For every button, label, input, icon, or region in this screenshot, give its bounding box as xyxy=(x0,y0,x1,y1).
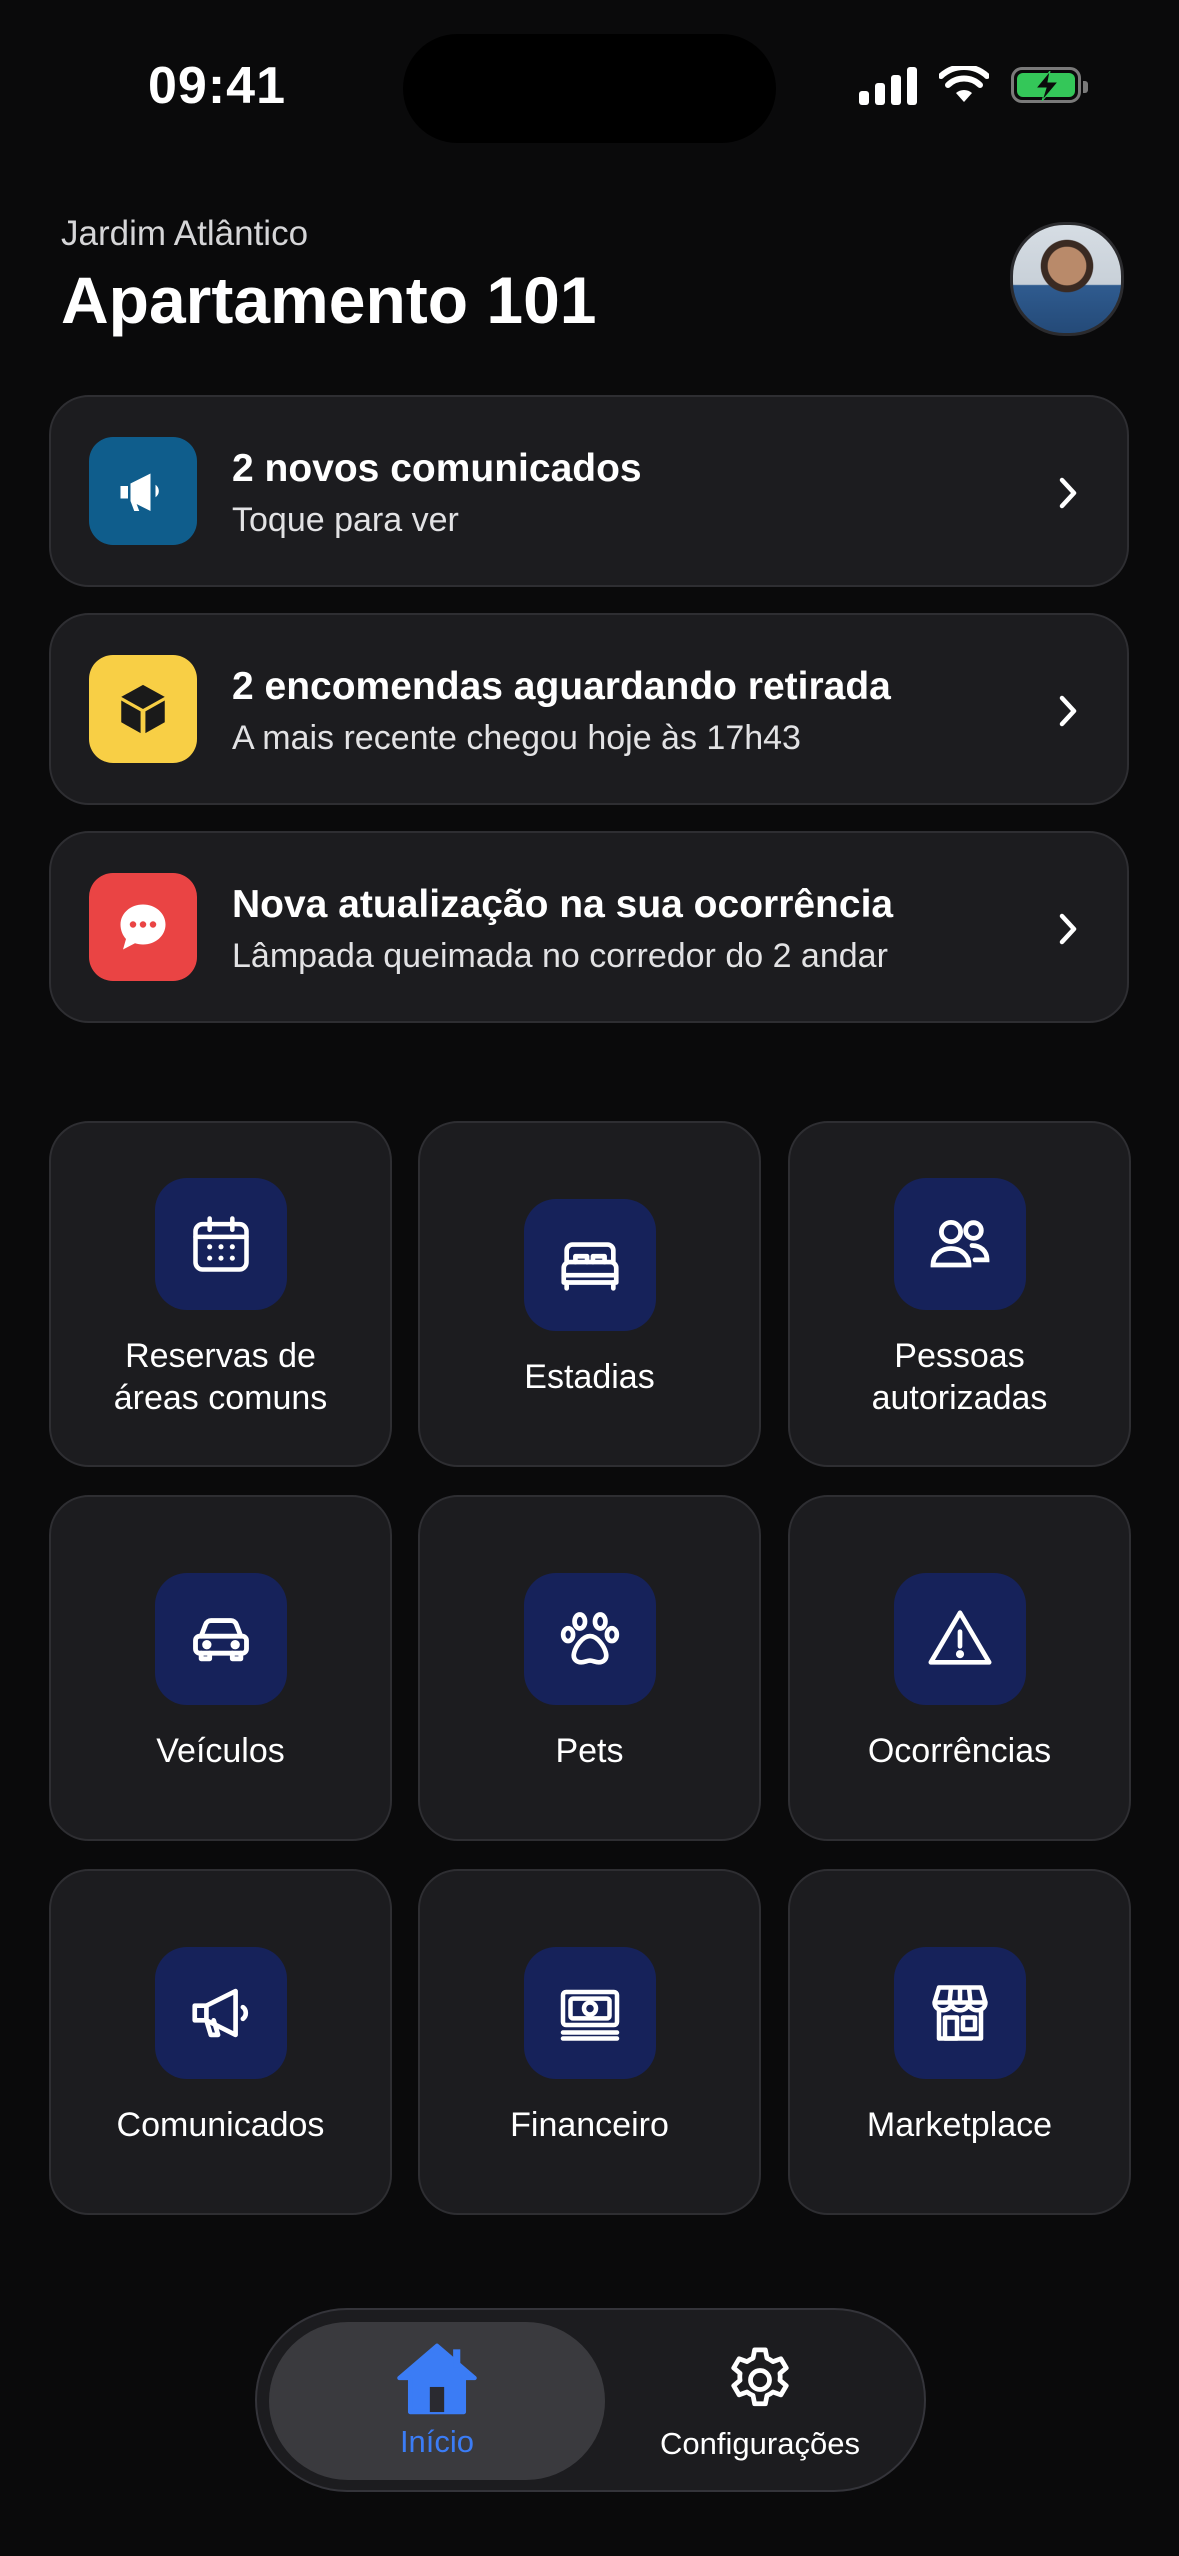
notification-subtitle: Toque para ver xyxy=(232,501,459,539)
nav-settings[interactable]: Configurações xyxy=(605,2310,915,2490)
chevron-right-icon xyxy=(1059,695,1077,727)
tile-label: Estadias xyxy=(524,1358,655,1396)
tile-label: Ocorrências xyxy=(867,1732,1052,1770)
bed-icon xyxy=(524,1199,656,1331)
tile-pessoas-autorizadas[interactable]: Pessoas autorizadas xyxy=(788,1121,1131,1467)
condominium-name: Jardim Atlântico xyxy=(61,214,309,253)
notification-title: 2 encomendas aguardando retirada xyxy=(232,665,891,708)
avatar[interactable] xyxy=(1010,222,1124,336)
tile-pets[interactable]: Pets xyxy=(418,1495,761,1841)
calendar-icon xyxy=(155,1178,287,1310)
home-icon xyxy=(397,2343,477,2415)
nav-home[interactable]: Início xyxy=(269,2310,605,2490)
tile-comunicados[interactable]: Comunicados xyxy=(49,1869,392,2215)
battery-icon xyxy=(1011,67,1088,103)
nav-settings-label: Configurações xyxy=(660,2426,860,2461)
notification-comunicados[interactable]: 2 novos comunicados Toque para ver xyxy=(49,395,1129,587)
tile-veiculos[interactable]: Veículos xyxy=(49,1495,392,1841)
chat-bubble-icon xyxy=(89,873,197,981)
bottom-nav: Início Configurações xyxy=(255,2308,926,2492)
tile-label: Marketplace xyxy=(866,2106,1053,2144)
car-icon xyxy=(155,1573,287,1705)
nav-home-label: Início xyxy=(399,2424,475,2459)
tile-label: Pessoas xyxy=(894,1337,1025,1375)
notification-title: 2 novos comunicados xyxy=(232,447,642,490)
tile-label: Financeiro xyxy=(510,2106,669,2144)
status-time: 09:41 xyxy=(148,57,286,115)
chevron-right-icon xyxy=(1059,477,1077,509)
notification-subtitle: A mais recente chegou hoje às 17h43 xyxy=(232,719,801,757)
notification-ocorrencia[interactable]: Nova atualização na sua ocorrência Lâmpa… xyxy=(49,831,1129,1023)
megaphone-icon xyxy=(155,1947,287,2079)
tile-reservas[interactable]: Reservas de áreas comuns xyxy=(49,1121,392,1467)
tile-label: autorizadas xyxy=(871,1379,1048,1417)
chevron-right-icon xyxy=(1059,913,1077,945)
page-title: Apartamento 101 xyxy=(61,263,597,337)
notification-subtitle: Lâmpada queimada no corredor do 2 andar xyxy=(232,937,888,975)
store-icon xyxy=(894,1947,1026,2079)
money-icon xyxy=(524,1947,656,2079)
tile-label: áreas comuns xyxy=(113,1379,328,1417)
paw-icon xyxy=(524,1573,656,1705)
signal-icon xyxy=(859,65,917,105)
tile-marketplace[interactable]: Marketplace xyxy=(788,1869,1131,2215)
tile-label: Pets xyxy=(555,1732,624,1770)
tile-label: Comunicados xyxy=(116,2106,325,2144)
tile-label: Reservas de xyxy=(125,1337,316,1375)
status-icons xyxy=(859,62,1088,108)
package-icon xyxy=(89,655,197,763)
tile-label: Veículos xyxy=(156,1732,285,1770)
warning-icon xyxy=(894,1573,1026,1705)
notification-encomendas[interactable]: 2 encomendas aguardando retirada A mais … xyxy=(49,613,1129,805)
notification-title: Nova atualização na sua ocorrência xyxy=(232,883,894,926)
wifi-icon xyxy=(939,66,989,102)
dynamic-island xyxy=(403,34,776,143)
tile-financeiro[interactable]: Financeiro xyxy=(418,1869,761,2215)
tile-estadias[interactable]: Estadias xyxy=(418,1121,761,1467)
megaphone-icon xyxy=(89,437,197,545)
people-icon xyxy=(894,1178,1026,1310)
gear-icon xyxy=(731,2347,789,2407)
tile-ocorrencias[interactable]: Ocorrências xyxy=(788,1495,1131,1841)
